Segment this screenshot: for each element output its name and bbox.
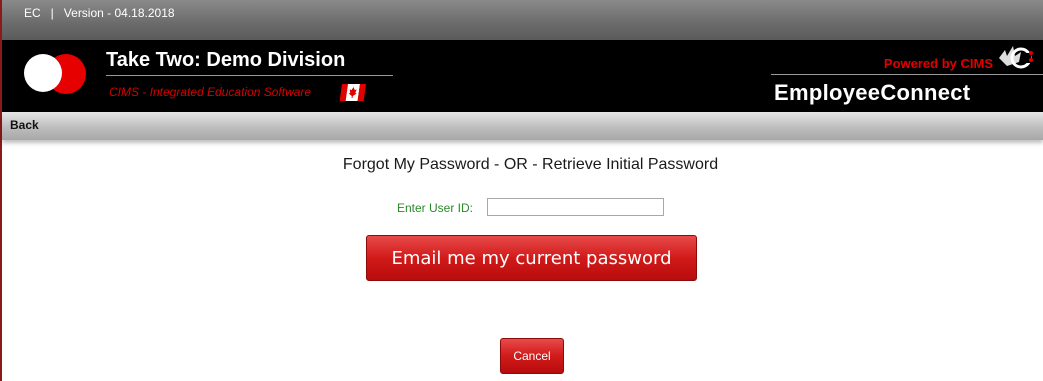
organization-name: Take Two: Demo Division [106, 49, 346, 71]
organization-divider [106, 75, 393, 76]
version-separator: | [50, 6, 54, 20]
page-title: Forgot My Password - OR - Retrieve Initi… [342, 156, 719, 173]
version-text: Version - 04.18.2018 [63, 6, 175, 20]
app-code: EC [24, 6, 41, 20]
canada-flag-icon [340, 84, 366, 101]
navigation-bar: Back [2, 112, 1043, 140]
back-link[interactable]: Back [10, 118, 39, 132]
powered-by-text: Powered by CIMS [883, 56, 993, 71]
organization-tagline: CIMS - Integrated Education Software [109, 85, 312, 99]
header-banner: Take Two: Demo Division CIMS - Integrate… [2, 40, 1043, 112]
user-id-label: Enter User ID: [397, 201, 474, 215]
cancel-button[interactable]: Cancel [500, 338, 564, 374]
product-name: EmployeeConnect [774, 80, 971, 105]
cims-logo-icon [999, 46, 1033, 69]
division-logo-icon [24, 48, 86, 98]
email-password-button[interactable]: Email me my current password [366, 235, 697, 281]
user-id-input[interactable] [487, 198, 664, 216]
version-info: EC | Version - 04.18.2018 [24, 6, 175, 20]
product-divider [771, 74, 1043, 75]
version-bar: EC | Version - 04.18.2018 [2, 0, 1043, 40]
